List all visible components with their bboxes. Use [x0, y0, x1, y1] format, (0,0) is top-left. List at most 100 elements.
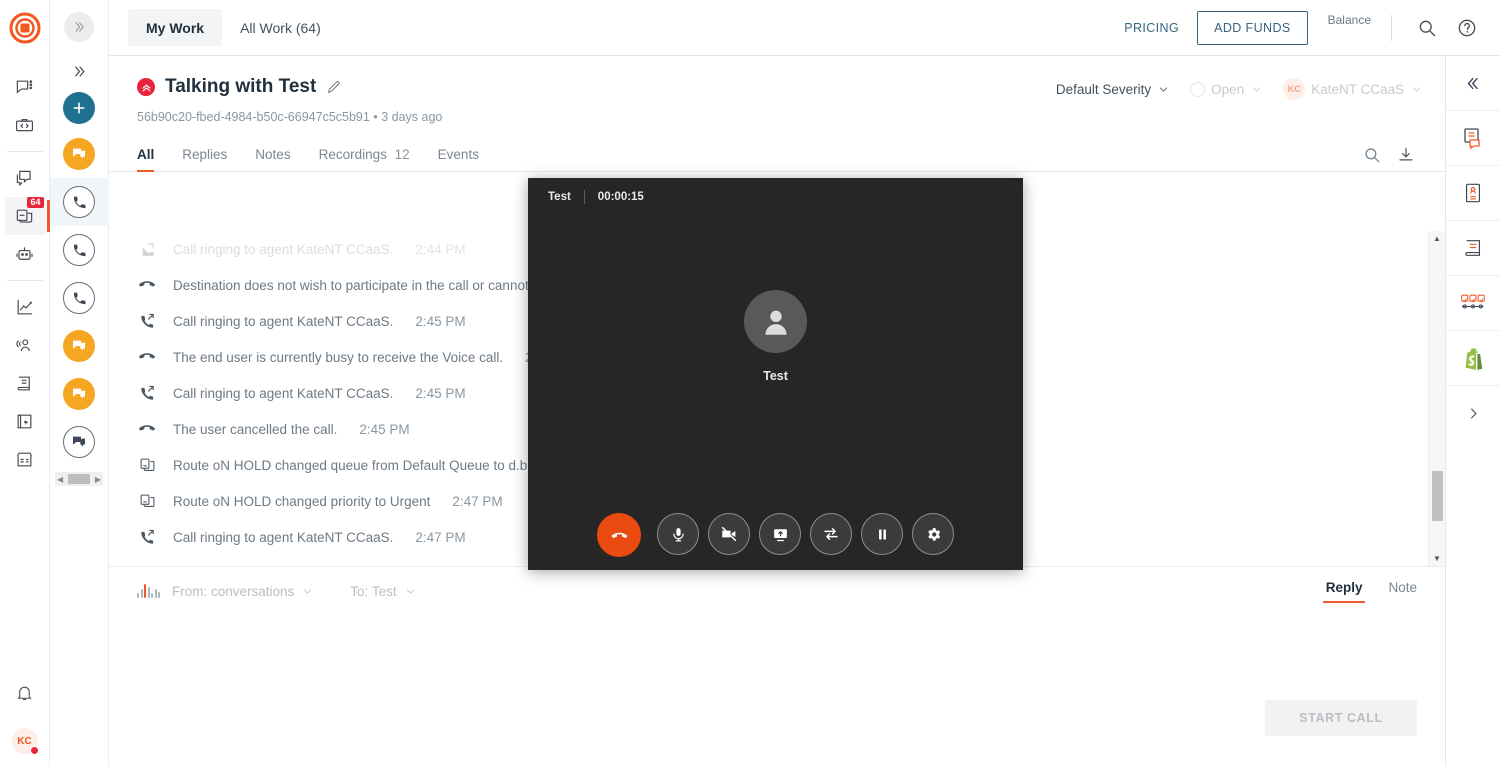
- conversation-tabs: All Replies Notes Recordings 12 Events: [109, 138, 1445, 172]
- app-root: 64 KC ◀ ▶ My Work All Work (64) PRICING …: [0, 0, 1500, 766]
- expand-context-rail-button[interactable]: [1446, 386, 1500, 441]
- sidebar-item-analytics[interactable]: [5, 288, 45, 326]
- scroll-up-icon[interactable]: ▲: [1429, 231, 1445, 246]
- ticket-call-active[interactable]: [49, 178, 109, 226]
- context-rail: [1445, 56, 1500, 766]
- ticket-chat-1[interactable]: [50, 130, 109, 178]
- call-missed-icon: [137, 420, 157, 438]
- tab-reply[interactable]: Reply: [1322, 580, 1366, 603]
- screen-share-button[interactable]: [759, 513, 801, 555]
- scroll-down-icon[interactable]: ▼: [1429, 551, 1445, 566]
- chevron-down-icon: [406, 588, 414, 594]
- severity-high-icon: [137, 78, 155, 96]
- sidebar-item-contacts[interactable]: [5, 326, 45, 364]
- search-icon[interactable]: [1412, 13, 1442, 43]
- status-select[interactable]: Open: [1190, 81, 1263, 97]
- help-circle-icon[interactable]: [1452, 13, 1482, 43]
- top-bar-right: PRICING ADD FUNDS Balance: [1124, 10, 1500, 45]
- start-call-button[interactable]: START CALL: [1265, 700, 1417, 736]
- event-time: 2:47 PM: [415, 529, 466, 545]
- ticket-call-2[interactable]: [50, 226, 109, 274]
- composer-tabs: Reply Note: [1322, 580, 1417, 603]
- video-button[interactable]: [708, 513, 750, 555]
- sidebar-item-marketplace[interactable]: [5, 440, 45, 478]
- panel-conversation-details[interactable]: [1445, 111, 1500, 166]
- tab-recordings[interactable]: Recordings 12: [319, 147, 410, 171]
- conversation-id: 56b90c20-fbed-4984-b50c-66947c5c5b91: [137, 110, 370, 124]
- assignee-select[interactable]: KC KateNT CCaaS: [1283, 78, 1423, 100]
- chat-icon: [63, 138, 95, 170]
- chat-icon: [63, 330, 95, 362]
- ticket-chat-2[interactable]: [50, 322, 109, 370]
- event-text: Call ringing to agent KateNT CCaaS.: [173, 241, 394, 257]
- chevron-down-icon: [304, 588, 312, 594]
- nav-group-1: [0, 68, 49, 144]
- panel-journey[interactable]: [1445, 276, 1500, 331]
- sidebar-item-my-work[interactable]: 64: [4, 197, 50, 235]
- panel-shopify[interactable]: [1445, 331, 1500, 386]
- ticket-chat-3[interactable]: [50, 370, 109, 418]
- app-logo[interactable]: [9, 12, 41, 44]
- scroll-thumb[interactable]: [1432, 471, 1443, 521]
- transfer-button[interactable]: [810, 513, 852, 555]
- panel-knowledge-base[interactable]: [1445, 221, 1500, 276]
- scroll-left-icon[interactable]: ◀: [57, 475, 63, 484]
- phone-icon: [63, 234, 95, 266]
- to-select[interactable]: To: Test: [350, 584, 416, 599]
- download-icon[interactable]: [1395, 144, 1417, 166]
- sidebar-item-flows[interactable]: [5, 402, 45, 440]
- scroll-thumb[interactable]: [68, 474, 90, 484]
- status-select-label: Open: [1211, 81, 1245, 97]
- tab-notes-label: Notes: [255, 147, 291, 162]
- call-window[interactable]: Test 00:00:15 Test: [528, 178, 1023, 570]
- new-ticket-button[interactable]: [50, 86, 109, 130]
- sidebar-item-conversations[interactable]: [5, 68, 45, 106]
- from-select[interactable]: From: conversations: [172, 584, 314, 599]
- mute-button[interactable]: [657, 513, 699, 555]
- top-bar: My Work All Work (64) PRICING ADD FUNDS …: [109, 0, 1500, 56]
- tab-replies[interactable]: Replies: [182, 147, 227, 171]
- tab-my-work[interactable]: My Work: [128, 9, 223, 46]
- collapse-ticket-rail-button[interactable]: [64, 56, 94, 86]
- settings-button[interactable]: [912, 513, 954, 555]
- sidebar-item-campaigns[interactable]: [5, 159, 45, 197]
- sidebar-item-bots[interactable]: [5, 235, 45, 273]
- events-scrollbar[interactable]: ▲ ▼: [1428, 231, 1445, 566]
- hangup-button[interactable]: [597, 513, 641, 557]
- nav-group-2: 64: [0, 159, 50, 273]
- balance-label: Balance: [1327, 12, 1371, 27]
- call-timer: 00:00:15: [597, 191, 644, 203]
- expand-nav-button[interactable]: [64, 12, 94, 42]
- tabs-actions: [1361, 144, 1417, 171]
- tab-events[interactable]: Events: [438, 147, 479, 171]
- ticket-chat-4[interactable]: [50, 418, 109, 466]
- tab-all-work-label: All Work (64): [240, 19, 321, 36]
- pricing-link[interactable]: PRICING: [1124, 21, 1179, 35]
- hold-button[interactable]: [861, 513, 903, 555]
- severity-select[interactable]: Default Severity: [1056, 82, 1170, 97]
- event-time: 2:45 PM: [359, 421, 410, 437]
- person-icon: [744, 290, 807, 353]
- tab-all-work[interactable]: All Work (64): [222, 9, 339, 46]
- pencil-icon[interactable]: [326, 79, 342, 95]
- sidebar-item-developer-tools[interactable]: [5, 106, 45, 144]
- notifications-bell[interactable]: [5, 674, 45, 712]
- search-icon[interactable]: [1361, 144, 1383, 166]
- tab-notes[interactable]: Notes: [255, 147, 290, 171]
- event-text: Route oN HOLD changed priority to Urgent: [173, 493, 431, 509]
- user-avatar[interactable]: KC: [11, 728, 39, 755]
- sidebar-item-knowledge-base[interactable]: [5, 364, 45, 402]
- scroll-right-icon[interactable]: ▶: [95, 475, 101, 484]
- top-bar-divider: [1391, 14, 1392, 41]
- call-outgoing-icon: [137, 313, 157, 330]
- composer-toolbar: From: conversations To: Test Reply Note: [109, 567, 1445, 615]
- panel-contact-profile[interactable]: [1445, 166, 1500, 221]
- tab-recordings-count: 12: [394, 147, 410, 162]
- collapse-context-rail-button[interactable]: [1445, 56, 1500, 111]
- ticket-rail-scrollbar[interactable]: ◀ ▶: [55, 472, 103, 486]
- add-funds-button[interactable]: ADD FUNDS: [1197, 10, 1308, 45]
- chevron-down-icon: [1159, 86, 1168, 92]
- ticket-call-3[interactable]: [50, 274, 109, 322]
- tab-all[interactable]: All: [137, 147, 155, 172]
- tab-note[interactable]: Note: [1388, 580, 1417, 603]
